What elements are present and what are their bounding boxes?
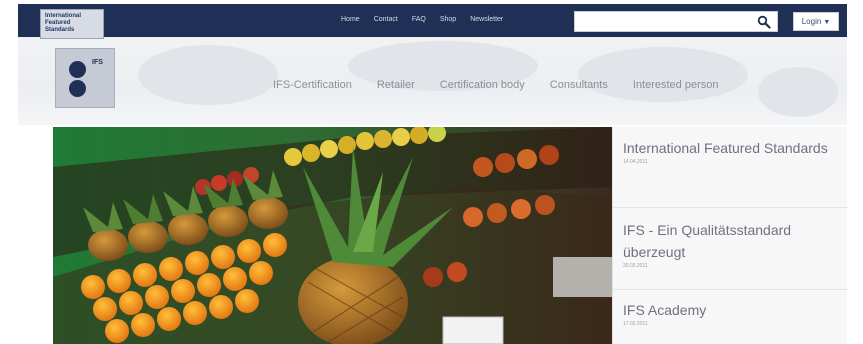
nav-certification-body[interactable]: Certification body	[440, 79, 525, 91]
topnav-home-link[interactable]: Home	[341, 16, 360, 23]
logo-line-3: Standards	[45, 27, 75, 33]
news-item[interactable]: IFS - Ein Qualitätsstandard überzeugt 30…	[623, 219, 838, 269]
login-label: Login	[801, 17, 822, 26]
utility-nav: Home Contact FAQ Shop Newsletter	[341, 16, 503, 23]
nav-retailer[interactable]: Retailer	[377, 79, 415, 91]
logo-dot	[69, 80, 86, 97]
nav-consultants[interactable]: Consultants	[550, 79, 608, 91]
logo-dot	[69, 61, 86, 78]
caret-down-icon: ▼	[823, 19, 831, 26]
world-map-decoration	[138, 45, 278, 105]
fruit-market-photo	[53, 127, 612, 344]
nav-interested-person[interactable]: Interested person	[633, 79, 719, 91]
news-divider	[613, 289, 848, 290]
world-map-decoration	[578, 47, 748, 102]
news-date: 17.02.2011	[623, 321, 648, 327]
world-map-decoration	[758, 67, 838, 117]
news-title[interactable]: IFS - Ein Qualitätsstandard überzeugt	[623, 219, 838, 263]
login-button[interactable]: Login ▼	[793, 12, 839, 31]
news-date: 30.03.2011	[623, 263, 648, 269]
news-date: 14.04.2011	[623, 159, 648, 165]
ifs-logo[interactable]: IFS	[55, 48, 115, 108]
news-item[interactable]: IFS Academy 17.02.2011	[623, 299, 838, 327]
hero-image[interactable]	[53, 127, 612, 344]
site-logo[interactable]: International Featured Standards	[40, 9, 104, 39]
news-divider	[613, 207, 848, 208]
logo-line-2: Featured	[45, 20, 71, 26]
news-title[interactable]: IFS Academy	[623, 299, 838, 321]
search-input[interactable]	[575, 12, 750, 32]
main-nav: IFS-Certification Retailer Certification…	[273, 79, 718, 91]
topnav-newsletter-link[interactable]: Newsletter	[470, 16, 503, 23]
logo-line-1: International	[45, 13, 82, 19]
news-item[interactable]: International Featured Standards 14.04.2…	[623, 137, 838, 165]
ifs-logo-text: IFS	[92, 59, 103, 66]
topnav-faq-link[interactable]: FAQ	[412, 16, 426, 23]
news-title[interactable]: International Featured Standards	[623, 137, 838, 159]
search-box	[574, 11, 778, 32]
nav-ifs-certification[interactable]: IFS-Certification	[273, 79, 352, 91]
search-icon[interactable]	[757, 15, 771, 29]
news-sidebar: International Featured Standards 14.04.2…	[612, 127, 848, 344]
topnav-shop-link[interactable]: Shop	[440, 16, 456, 23]
topnav-contact-link[interactable]: Contact	[374, 16, 398, 23]
